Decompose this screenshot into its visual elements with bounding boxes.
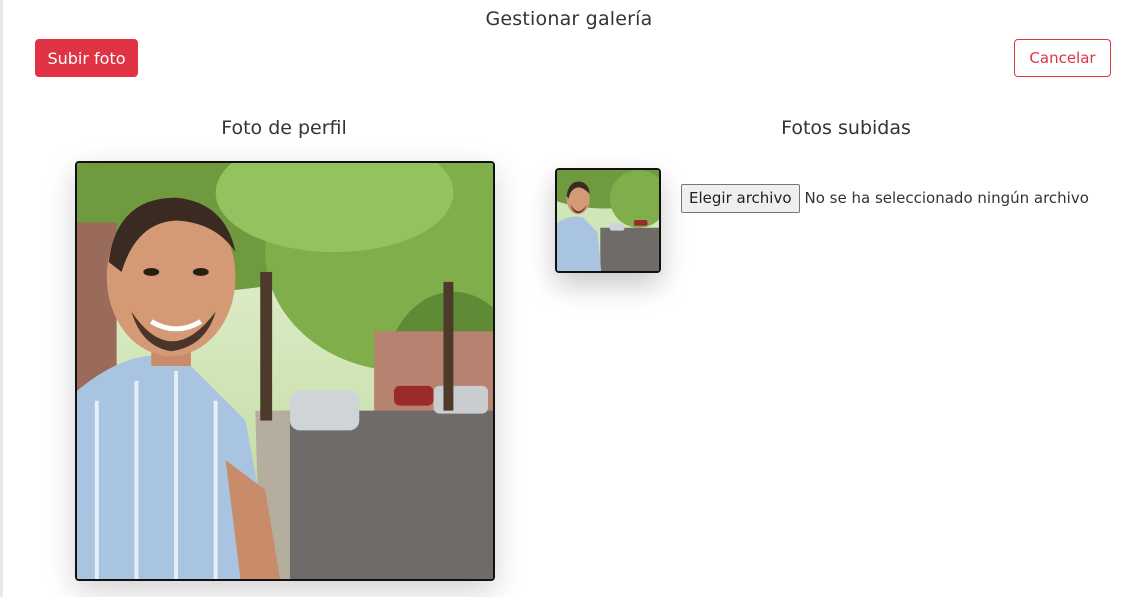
file-input[interactable]: Elegir archivo No se ha seleccionado nin… [681,183,1089,213]
gallery-manager-page: Gestionar galería Subir foto Cancelar Fo… [0,0,1138,597]
cancel-button[interactable]: Cancelar [1014,39,1111,77]
uploaded-photo-image [557,170,659,271]
uploaded-photos-heading: Fotos subidas [781,117,911,139]
uploaded-photo-thumbnail[interactable] [555,168,661,273]
profile-photo [75,161,495,581]
profile-photo-image [77,163,493,579]
profile-photo-heading: Foto de perfil [221,117,347,139]
choose-file-button[interactable]: Elegir archivo [681,183,800,213]
upload-photo-button[interactable]: Subir foto [35,39,138,77]
file-status-text: No se ha seleccionado ningún archivo [804,189,1089,207]
left-edge-divider [0,0,3,597]
page-title: Gestionar galería [485,8,653,30]
